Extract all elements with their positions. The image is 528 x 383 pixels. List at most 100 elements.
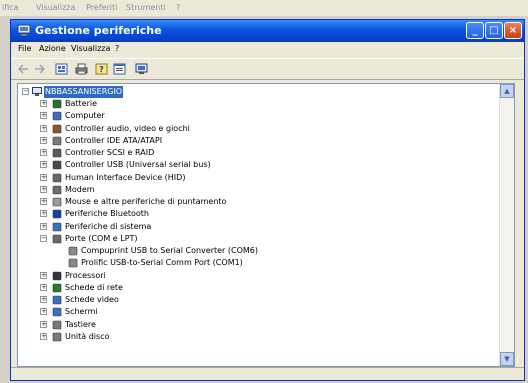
tree-item-label: Processori — [65, 271, 106, 280]
battery-icon — [52, 99, 62, 109]
tree-item-label: Schede di rete — [65, 283, 123, 292]
tree-root[interactable]: − NBBASSANISERGIO — [18, 86, 488, 98]
expand-toggle[interactable]: + — [40, 223, 47, 230]
bg-menu-item[interactable]: Preferiti — [86, 3, 117, 12]
network-icon — [52, 283, 62, 293]
tree-item-label: Human Interface Device (HID) — [65, 173, 186, 182]
tree-item[interactable]: + Periferiche Bluetooth — [18, 208, 488, 220]
minimize-button[interactable]: _ — [466, 22, 484, 39]
help-icon[interactable]: ? — [95, 63, 108, 75]
tree-item[interactable]: + Controller SCSI e RAID — [18, 147, 488, 159]
tree-item[interactable]: + Tastiere — [18, 319, 488, 331]
forward-arrow-icon[interactable] — [33, 63, 46, 75]
tree-item-label: Controller USB (Universal serial bus) — [65, 160, 211, 169]
tree-item[interactable]: + Schede video — [18, 294, 488, 306]
tree-item[interactable]: + Periferiche di sistema — [18, 221, 488, 233]
close-button[interactable]: × — [504, 22, 522, 39]
toolbar: ? — [11, 58, 524, 80]
print-icon[interactable] — [75, 63, 88, 75]
expand-toggle[interactable]: + — [40, 296, 47, 303]
expand-toggle[interactable]: + — [40, 112, 47, 119]
device-tree[interactable]: − NBBASSANISERGIO + Batterie + Computer + Con… — [17, 83, 515, 367]
tree-item-label: Porte (COM e LPT) — [65, 234, 138, 243]
title-bar[interactable]: Gestione periferiche _ □ × — [11, 20, 524, 42]
expand-toggle[interactable]: + — [40, 149, 47, 156]
tree-item[interactable]: Compuprint USB to Serial Converter (COM6… — [18, 245, 488, 257]
tree-item[interactable]: + Controller IDE ATA/ATAPI — [18, 135, 488, 147]
expand-toggle[interactable]: + — [40, 174, 47, 181]
menu-visualizza[interactable]: Visualizza — [71, 44, 110, 53]
hid-icon — [52, 173, 62, 183]
tree-item-label: Schermi — [65, 307, 98, 316]
bg-menu-item[interactable]: ? — [176, 3, 180, 12]
menu-help[interactable]: ? — [115, 44, 119, 53]
computer-icon — [52, 111, 62, 121]
vertical-scrollbar[interactable]: ▲ ▼ — [499, 84, 514, 366]
device-manager-window: Gestione periferiche _ □ × File Azione V… — [10, 19, 525, 381]
expand-toggle[interactable]: + — [40, 272, 47, 279]
tree-item[interactable]: + Mouse e altre periferiche di puntamento — [18, 196, 488, 208]
tree-item[interactable]: + Controller audio, video e giochi — [18, 123, 488, 135]
audio-icon — [52, 124, 62, 134]
serial-port-icon — [68, 246, 78, 256]
expand-toggle[interactable]: + — [40, 125, 47, 132]
tree-item[interactable]: + Batterie — [18, 98, 488, 110]
tree-item-label: Controller IDE ATA/ATAPI — [65, 136, 163, 145]
scroll-up-button[interactable]: ▲ — [500, 84, 514, 98]
bg-menu-item[interactable]: Strumenti — [126, 3, 166, 12]
video-icon — [52, 295, 62, 305]
expand-toggle[interactable]: + — [40, 210, 47, 217]
monitor-icon — [52, 307, 62, 317]
menubar: File Azione Visualizza ? — [11, 42, 524, 57]
expand-toggle[interactable]: + — [40, 308, 47, 315]
expand-toggle[interactable]: + — [40, 198, 47, 205]
tree-item[interactable]: + Processori — [18, 270, 488, 282]
expand-toggle[interactable]: + — [40, 186, 47, 193]
expand-toggle[interactable]: + — [40, 321, 47, 328]
root-label: NBBASSANISERGIO — [44, 86, 124, 98]
system-icon — [52, 222, 62, 232]
tree-item-label: Batterie — [65, 99, 98, 108]
expand-toggle[interactable]: + — [40, 333, 47, 340]
bg-menu-item[interactable]: Visualizza — [36, 3, 75, 12]
tree-item-label: Periferiche di sistema — [65, 222, 152, 231]
tree-item-label: Computer — [65, 111, 105, 120]
scroll-down-button[interactable]: ▼ — [500, 352, 514, 366]
expand-toggle[interactable]: + — [40, 284, 47, 291]
tree-item[interactable]: + Unità disco — [18, 331, 488, 343]
view-icon[interactable] — [55, 63, 68, 75]
status-bar — [11, 367, 524, 380]
tree-item[interactable]: + Controller USB (Universal serial bus) — [18, 159, 488, 171]
usb-icon — [52, 160, 62, 170]
maximize-button[interactable]: □ — [485, 22, 503, 39]
bg-menu-item[interactable]: ifica — [2, 3, 19, 12]
tree-item[interactable]: + Modem — [18, 184, 488, 196]
processor-icon — [52, 271, 62, 281]
expand-toggle[interactable]: + — [40, 100, 47, 107]
back-arrow-icon[interactable] — [17, 63, 30, 75]
tree-item[interactable]: + Schermi — [18, 306, 488, 318]
tree-item-label: Controller audio, video e giochi — [65, 124, 190, 133]
collapse-toggle[interactable]: − — [40, 235, 47, 242]
expand-toggle[interactable]: + — [40, 161, 47, 168]
tree-item-label: Schede video — [65, 295, 119, 304]
disk-icon — [52, 332, 62, 342]
collapse-toggle[interactable]: − — [22, 88, 29, 95]
tree-item-label: Modem — [65, 185, 95, 194]
tree-item[interactable]: + Human Interface Device (HID) — [18, 172, 488, 184]
ide-icon — [52, 136, 62, 146]
expand-toggle[interactable]: + — [40, 137, 47, 144]
tree-item[interactable]: + Schede di rete — [18, 282, 488, 294]
bluetooth-icon — [52, 209, 62, 219]
tree-item[interactable]: − Porte (COM e LPT) — [18, 233, 488, 245]
tree-item[interactable]: Prolific USB-to-Serial Comm Port (COM1) — [18, 257, 488, 269]
menu-azione[interactable]: Azione — [39, 44, 66, 53]
tree-item[interactable]: + Computer — [18, 110, 488, 122]
tree-item-label: Prolific USB-to-Serial Comm Port (COM1) — [81, 258, 243, 267]
properties-icon[interactable] — [113, 63, 126, 75]
menu-file[interactable]: File — [18, 44, 31, 53]
tree-item-label: Mouse e altre periferiche di puntamento — [65, 197, 227, 206]
modem-icon — [52, 185, 62, 195]
tree-item-label: Controller SCSI e RAID — [65, 148, 155, 157]
scan-hardware-icon[interactable] — [135, 63, 148, 75]
